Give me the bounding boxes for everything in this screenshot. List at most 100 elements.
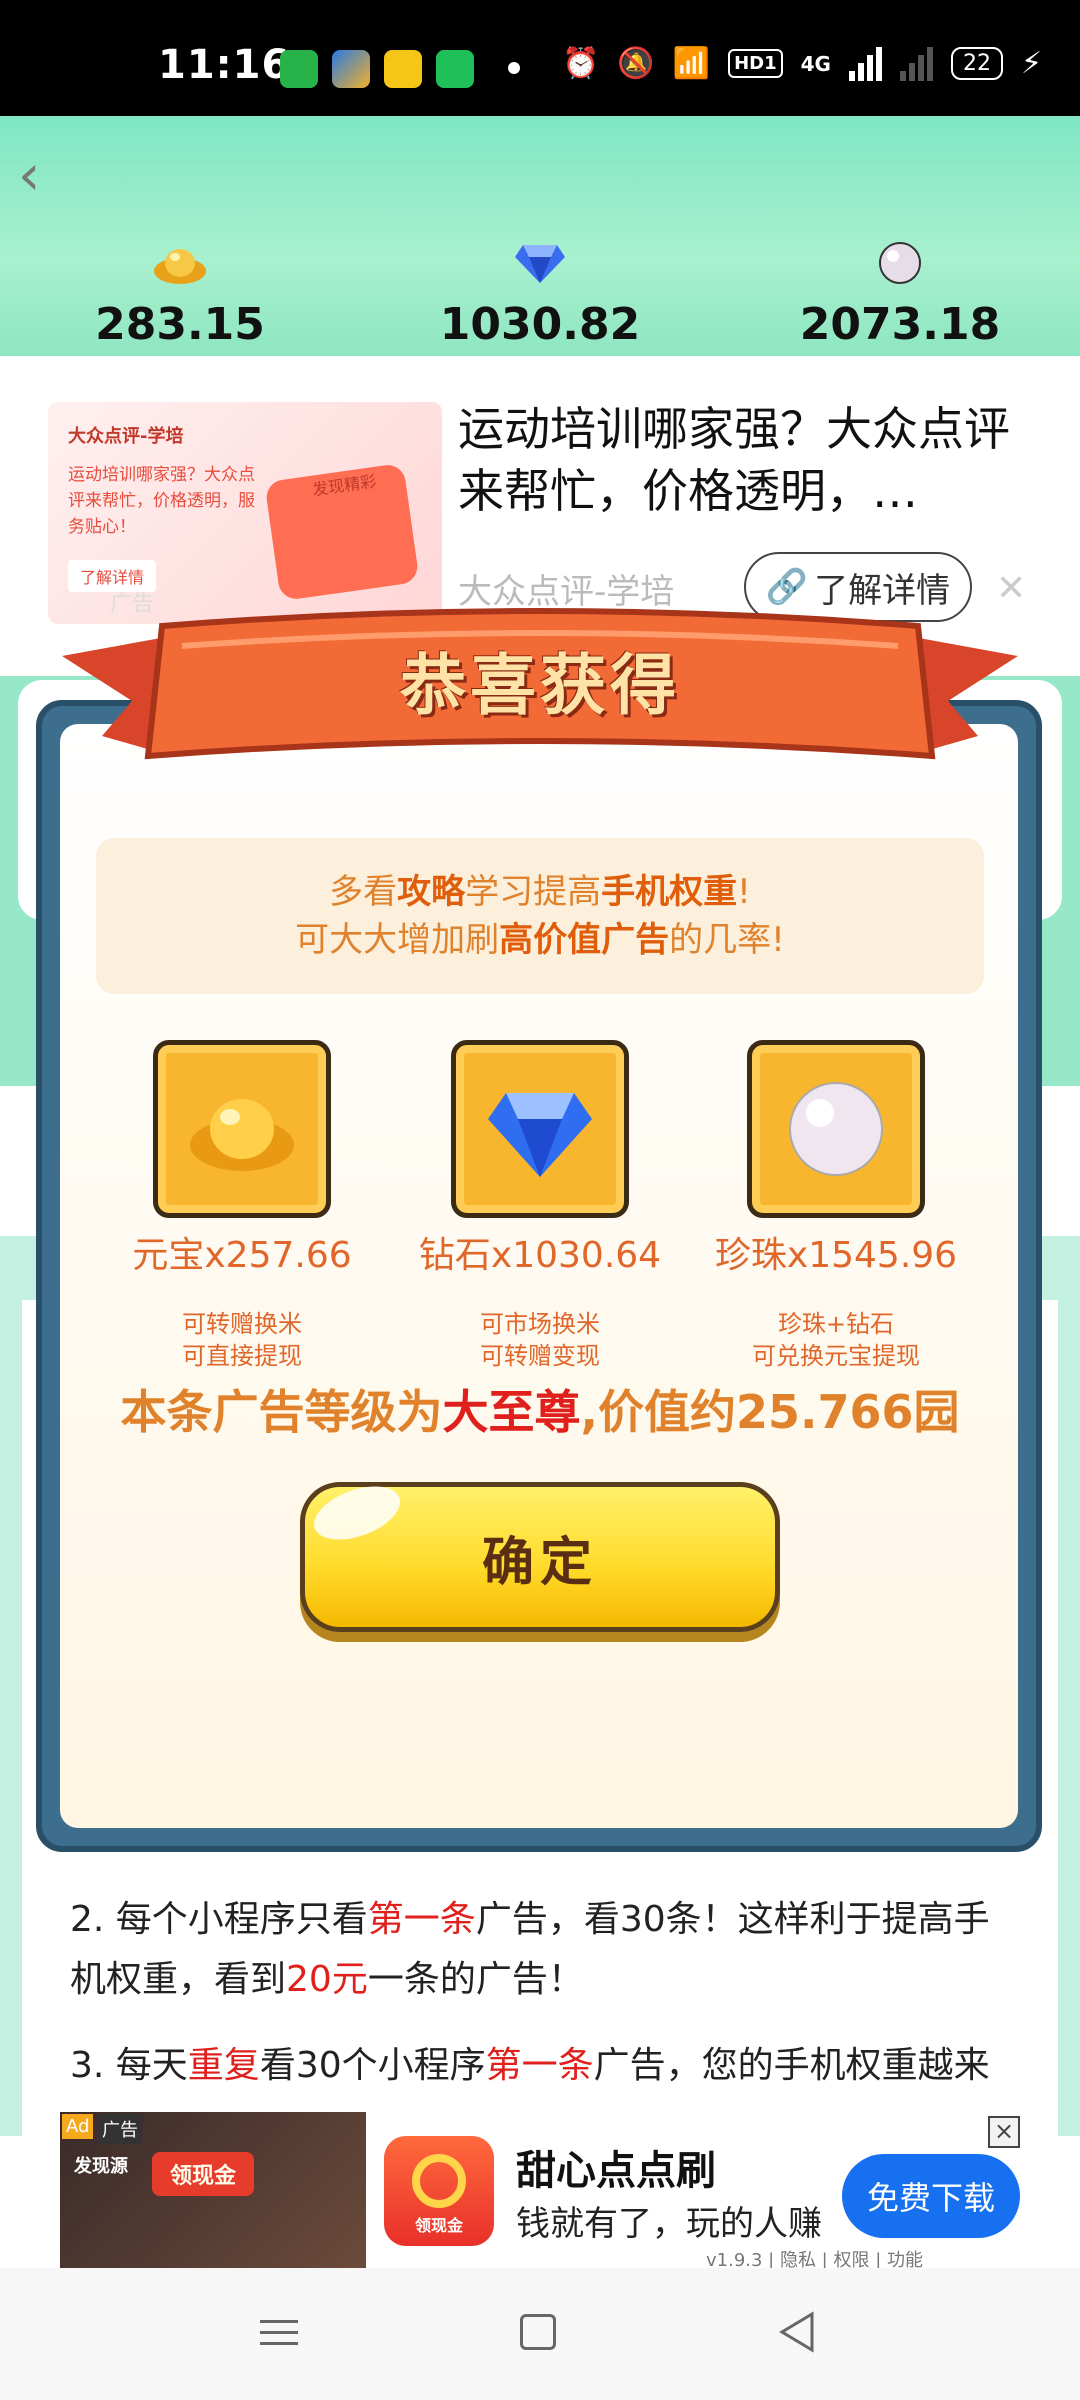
bottom-banner-ad[interactable]: Ad 广告 发现源 领现金 领现金 甜心点点刷 钱就有了，玩的人赚 免费下载 v… [36, 2112, 1044, 2271]
ad-level-line: 本条广告等级为大至尊,价值约25.766园 [0, 1376, 1080, 1442]
notification-icons [280, 50, 474, 88]
ad-thumbnail[interactable]: 大众点评-学培 运动培训哪家强？大众点评来帮忙，价格透明，服务贴心！ 发现精彩 … [48, 402, 442, 624]
reward-tile [153, 1040, 331, 1218]
highlight: 第一条 [367, 1899, 476, 1940]
reward-desc-line: 可转赠变现 [480, 1342, 600, 1370]
charging-icon: ⚡ [1020, 46, 1043, 81]
alarm-icon: ⏰ [562, 46, 600, 81]
text: 3. 每天 [70, 2045, 188, 2086]
pearl-icon [789, 1082, 883, 1176]
app-notification-icon [280, 50, 318, 88]
phone-icon [436, 50, 474, 88]
article-line-2b: 机权重，看到20元一条的广告！ [70, 1950, 1050, 2010]
bottom-ad-thumb-pill: 领现金 [152, 2152, 255, 2196]
close-icon[interactable]: ✕ [996, 568, 1026, 609]
weibo-icon [384, 50, 422, 88]
back-triangle-icon[interactable] [776, 2310, 816, 2354]
app-slogan: 钱就有了，玩的人赚 [516, 2204, 822, 2244]
close-icon[interactable]: × [988, 2116, 1020, 2148]
ad-title[interactable]: 运动培训哪家强？大众点评来帮忙，价格透明，… [458, 398, 1038, 522]
highlight: 大至尊 [442, 1385, 581, 1439]
text: 的几率! [669, 920, 785, 960]
reward-tile [451, 1040, 629, 1218]
ad-learn-more-label: 了解详情 [814, 570, 951, 611]
reward-desc: 珍珠+钻石可兑换元宝提现 [736, 1308, 936, 1372]
app-icon-label: 领现金 [414, 2216, 463, 2235]
currency-pearl: 2073.18 [770, 241, 1030, 350]
text: 广告，您的手机权重越来 [593, 2045, 990, 2086]
text: 机权重，看到 [70, 1959, 287, 2000]
diamond-balance: 1030.82 [439, 299, 641, 350]
mute-icon: 🔕 [617, 46, 655, 81]
reward-ingot: 元宝x257.66 可转赠换米可直接提现 [132, 1040, 352, 1372]
signal-weak-icon [899, 46, 933, 81]
app-icon[interactable]: 领现金 [384, 2136, 494, 2246]
text: 多看 [329, 872, 398, 912]
bottom-ad-thumbnail[interactable]: Ad 广告 发现源 领现金 [60, 2112, 366, 2268]
reward-desc-line: 可市场换米 [480, 1310, 600, 1338]
bottom-ad-thumb-text: 发现源 [74, 2156, 128, 2177]
hd-badge: HD1 [728, 49, 783, 78]
article-line-3: 3. 每天重复看30个小程序第一条广告，您的手机权重越来 [70, 2036, 1050, 2096]
text: 一条的广告！ [367, 1959, 584, 2000]
system-icons: ⏰ 🔕 📶 HD1 4G 22 ⚡ [562, 46, 1042, 81]
currency-diamond: 1030.82 [410, 241, 670, 350]
link-icon: 🔗 [765, 567, 809, 607]
recent-apps-icon[interactable] [260, 2312, 298, 2350]
tip-line-1: 多看攻略学习提高手机权重! [96, 868, 984, 916]
ingot-balance: 283.15 [95, 299, 265, 350]
article-line-2: 2. 每个小程序只看第一条广告，看30条！这样利于提高手 [70, 1890, 1050, 1950]
text: ,价值约25.766园 [580, 1385, 960, 1439]
ad-thumb-title: 大众点评-学培 [68, 426, 184, 447]
ad-thumb-desc: 运动培训哪家强？大众点评来帮忙，价格透明，服务贴心！ [68, 465, 255, 537]
text: 2. 每个小程序只看 [70, 1899, 368, 1940]
reward-pearl: 珍珠x1545.96 珍珠+钻石可兑换元宝提现 [715, 1040, 957, 1372]
highlight: 20元 [286, 1959, 368, 2000]
app-name: 甜心点点刷 [516, 2148, 716, 2194]
wifi-icon: 📶 [672, 46, 711, 81]
signal-icon [848, 46, 882, 81]
text: 学习提高 [465, 872, 602, 912]
reward-amount: 元宝x257.66 [132, 1235, 352, 1276]
home-icon[interactable] [520, 2314, 556, 2350]
reward-desc: 可转赠换米可直接提现 [142, 1308, 342, 1372]
reward-tile [747, 1040, 925, 1218]
navigation-bar [0, 2268, 1080, 2400]
text: 广告，看30条！这样利于提高手 [475, 1899, 990, 1940]
reward-desc-line: 可转赠换米 [182, 1310, 302, 1338]
tip-line-2: 可大大增加刷高价值广告的几率! [96, 916, 984, 964]
currency-ingot: 283.15 [50, 241, 310, 350]
back-chevron-icon[interactable]: ‹ [18, 146, 78, 206]
app-logo-icon [412, 2154, 466, 2208]
reward-amount: 钻石x1030.64 [418, 1235, 662, 1276]
highlight: 第一条 [485, 2045, 594, 2086]
highlight: 攻略 [397, 872, 466, 912]
pearl-icon [879, 242, 921, 284]
diamond-icon [488, 1093, 592, 1177]
highlight: 重复 [187, 2045, 260, 2086]
ad-badge: Ad [62, 2114, 94, 2139]
reward-desc: 可市场换米可转赠变现 [440, 1308, 640, 1372]
text: 看30个小程序 [259, 2045, 486, 2086]
diamond-icon [515, 245, 565, 283]
status-dot-icon [508, 62, 520, 74]
status-time: 11:16 [158, 42, 291, 88]
ad-label: 广告 [98, 2114, 142, 2144]
status-bar: 11:16 ⏰ 🔕 📶 HD1 4G 22 ⚡ [0, 0, 1080, 116]
gold-ingot-icon [190, 1099, 294, 1171]
app-notification-icon [332, 50, 370, 88]
reward-desc-line: 珍珠+钻石 [777, 1310, 895, 1338]
reward-diamond: 钻石x1030.64 可市场换米可转赠变现 [419, 1040, 661, 1372]
reward-amount: 珍珠x1545.96 [714, 1235, 958, 1276]
highlight: 手机权重 [601, 872, 738, 912]
pearl-balance: 2073.18 [799, 299, 1001, 350]
text: 本条广告等级为 [120, 1385, 443, 1439]
gold-ingot-icon [154, 249, 206, 284]
tip-box: 多看攻略学习提高手机权重! 可大大增加刷高价值广告的几率! [96, 838, 984, 994]
text: 可大大增加刷 [295, 920, 500, 960]
text: ! [737, 872, 751, 912]
battery-icon: 22 [950, 47, 1003, 80]
download-button[interactable]: 免费下载 [842, 2154, 1020, 2238]
reward-desc-line: 可直接提现 [182, 1342, 302, 1370]
reward-desc-line: 可兑换元宝提现 [752, 1342, 920, 1370]
